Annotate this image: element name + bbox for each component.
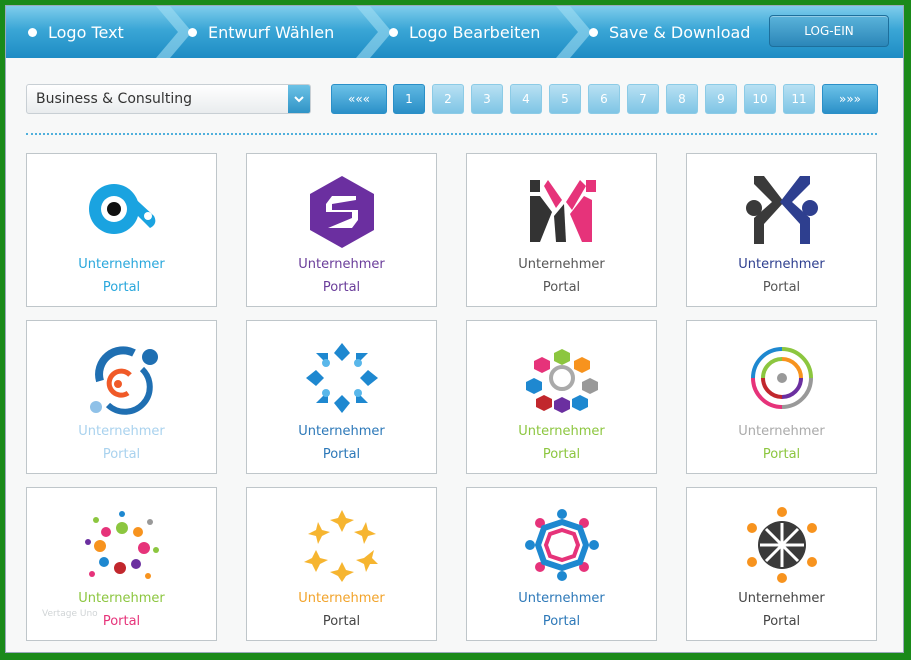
card-title: Unternehmer — [738, 257, 825, 272]
card-title: Unternehmer — [298, 257, 385, 272]
yellow-people-ring-icon — [304, 510, 378, 582]
card-subtitle: Portal — [542, 447, 581, 462]
step-label: Logo Text — [48, 22, 124, 42]
card-subtitle: Portal — [762, 280, 801, 295]
dotted-burst-icon — [85, 511, 159, 579]
logo-card-5[interactable]: Unternehmer Portal — [26, 320, 217, 474]
logo-card-12[interactable]: Unternehmer Portal — [686, 487, 877, 641]
logo-card-7[interactable]: Unternehmer Portal — [466, 320, 657, 474]
next-page-button[interactable]: »»» — [822, 84, 878, 114]
page-2-button[interactable]: 2 — [432, 84, 464, 114]
watermark: Vertage Uno — [42, 609, 98, 619]
page-4-button[interactable]: 4 — [510, 84, 542, 114]
chevron-down-icon[interactable] — [288, 85, 310, 113]
category-value: Business & Consulting — [36, 91, 192, 107]
card-title: Unternehmer — [738, 591, 825, 606]
card-subtitle: Portal — [762, 614, 801, 629]
page-7-button[interactable]: 7 — [627, 84, 659, 114]
card-subtitle: Portal — [102, 280, 141, 295]
card-subtitle: Portal — [322, 280, 361, 295]
page-8-button[interactable]: 8 — [666, 84, 698, 114]
page-10-button[interactable]: 10 — [744, 84, 776, 114]
card-subtitle: Portal — [322, 614, 361, 629]
card-subtitle: Portal — [102, 447, 141, 462]
logo-card-8[interactable]: Unternehmer Portal — [686, 320, 877, 474]
step-dot-icon — [188, 27, 197, 37]
card-subtitle: Portal — [542, 614, 581, 629]
step-logo-text[interactable]: Logo Text — [28, 6, 124, 58]
card-subtitle: Portal — [542, 280, 581, 295]
logo-card-2[interactable]: Unternehmer Portal — [246, 153, 437, 307]
step-save-download[interactable]: Save & Download — [589, 6, 750, 58]
page-11-button[interactable]: 11 — [783, 84, 815, 114]
wizard-steps-bar: Logo Text Entwurf Wählen Logo Bearbeiten… — [6, 6, 903, 58]
pink-blue-people-ring-icon — [525, 509, 599, 581]
card-title: Unternehmer — [78, 424, 165, 439]
card-subtitle: Portal — [762, 447, 801, 462]
km-monogram-icon — [530, 180, 596, 242]
card-title: Unternehmer — [518, 257, 605, 272]
card-title: Unternehmer — [78, 257, 165, 272]
card-title: Unternehmer — [518, 591, 605, 606]
eye-swirl-icon — [89, 184, 156, 234]
card-title: Unternehmer — [738, 424, 825, 439]
orange-team-circle-icon — [747, 507, 817, 583]
page-9-button[interactable]: 9 — [705, 84, 737, 114]
card-title: Unternehmer — [298, 424, 385, 439]
section-divider — [26, 133, 877, 135]
card-subtitle: Portal — [322, 447, 361, 462]
logo-card-3[interactable]: Unternehmer Portal — [466, 153, 657, 307]
chevron-separator-icon — [156, 6, 192, 58]
blue-people-ring-icon — [306, 343, 378, 413]
people-m-icon — [746, 176, 818, 244]
logo-card-10[interactable]: Unternehmer Portal — [246, 487, 437, 641]
step-dot-icon — [389, 27, 398, 37]
logo-card-11[interactable]: Unternehmer Portal — [466, 487, 657, 641]
orbit-people-icon — [90, 346, 158, 415]
logo-card-4[interactable]: Unternehmer Portal — [686, 153, 877, 307]
page-6-button[interactable]: 6 — [588, 84, 620, 114]
card-title: Unternehmer — [298, 591, 385, 606]
step-edit-logo[interactable]: Logo Bearbeiten — [389, 6, 540, 58]
step-label: Entwurf Wählen — [208, 22, 335, 42]
app-frame: Logo Text Entwurf Wählen Logo Bearbeiten… — [5, 5, 904, 653]
logo-card-1[interactable]: Unternehmer Portal — [26, 153, 217, 307]
chevron-separator-icon — [356, 6, 392, 58]
step-dot-icon — [28, 27, 37, 37]
card-title: Unternehmer — [78, 591, 165, 606]
hexagon-people-ring-icon — [526, 349, 598, 413]
step-label: Logo Bearbeiten — [409, 22, 541, 42]
hexagon-s-icon — [310, 176, 374, 248]
category-select[interactable]: Business & Consulting — [26, 84, 311, 114]
chevron-separator-icon — [556, 6, 592, 58]
step-choose-design[interactable]: Entwurf Wählen — [188, 6, 334, 58]
card-title: Unternehmer — [518, 424, 605, 439]
page-3-button[interactable]: 3 — [471, 84, 503, 114]
page-1-button[interactable]: 1 — [393, 84, 425, 114]
page-5-button[interactable]: 5 — [549, 84, 581, 114]
step-dot-icon — [589, 27, 598, 37]
logo-card-6[interactable]: Unternehmer Portal — [246, 320, 437, 474]
login-button[interactable]: LOG-EIN — [769, 15, 889, 47]
step-label: Save & Download — [609, 22, 751, 42]
prev-page-button[interactable]: ««« — [331, 84, 387, 114]
radial-arcs-icon — [751, 347, 813, 409]
